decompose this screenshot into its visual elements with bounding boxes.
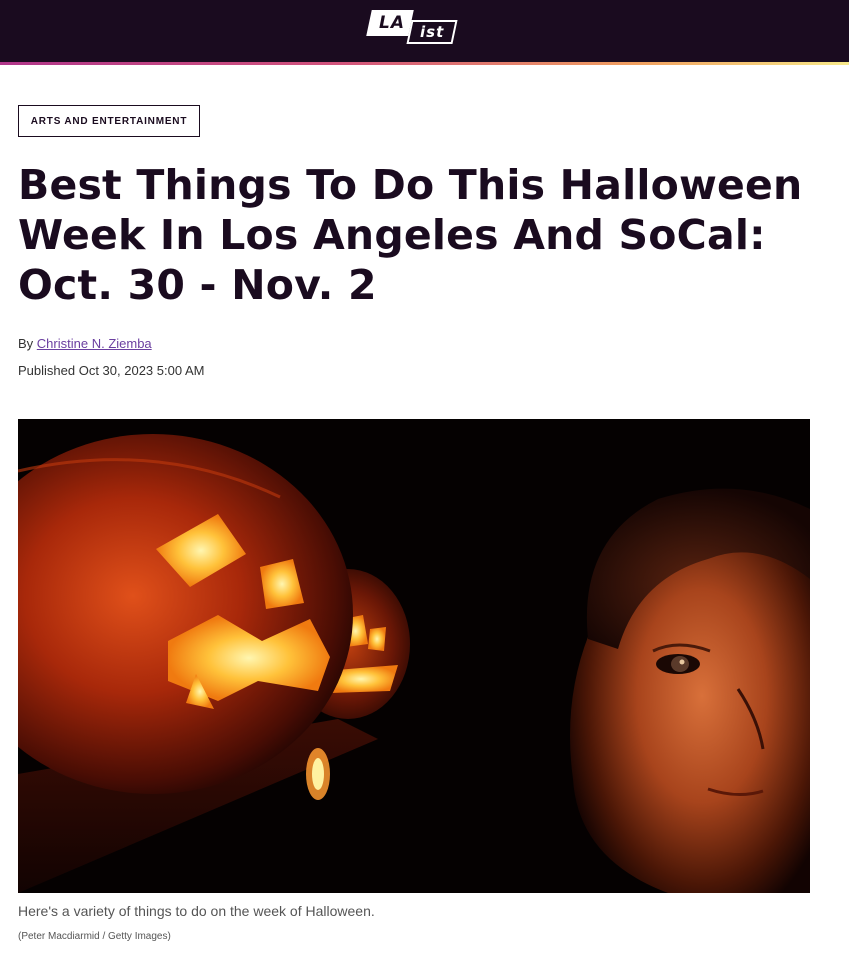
byline-prefix: By — [18, 336, 34, 351]
article-headline: Best Things To Do This Halloween Week In… — [18, 161, 803, 309]
byline: By Christine N. Ziemba — [18, 336, 152, 351]
image-credit: (Peter Macdiarmid / Getty Images) — [18, 931, 171, 942]
laist-logo[interactable]: LA ist — [366, 10, 459, 48]
image-caption: Here's a variety of things to do on the … — [18, 903, 375, 919]
site-header: LA ist — [0, 0, 849, 62]
hero-image — [18, 419, 810, 893]
published-date: Published Oct 30, 2023 5:00 AM — [18, 363, 205, 378]
logo-ist-text: ist — [420, 23, 445, 41]
logo-ist-block: ist — [406, 20, 458, 44]
author-link[interactable]: Christine N. Ziemba — [37, 336, 152, 351]
logo-la-block: LA — [366, 10, 414, 36]
header-gradient-divider — [0, 62, 849, 65]
category-tag[interactable]: ARTS AND ENTERTAINMENT — [18, 105, 200, 137]
logo-la-text: LA — [379, 13, 405, 33]
